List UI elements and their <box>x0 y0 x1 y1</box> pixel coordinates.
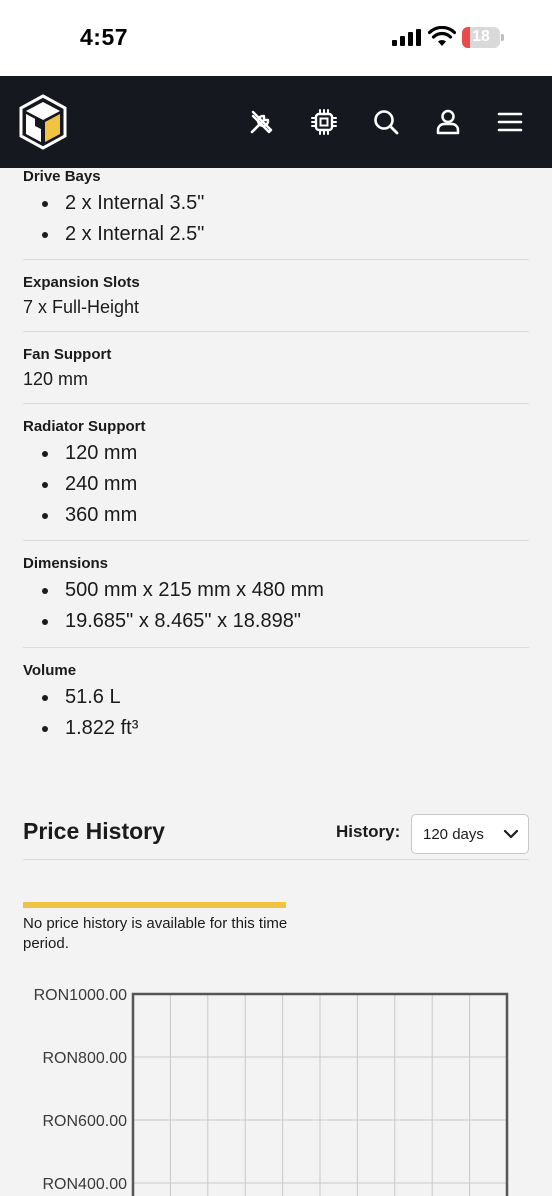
spec-values: 51.6 L 1.822 ft³ <box>23 682 529 744</box>
y-tick-label: RON600.00 <box>43 1113 128 1130</box>
spec-label: Fan Support <box>23 346 112 363</box>
battery-level: 18 <box>472 28 490 45</box>
spec-drive-bays: Drive Bays 2 x Internal 3.5" 2 x Interna… <box>23 168 529 260</box>
list-item: 240 mm <box>23 469 529 500</box>
spec-dimensions: Dimensions 500 mm x 215 mm x 480 mm 19.6… <box>23 541 529 648</box>
list-item: 120 mm <box>23 438 529 469</box>
user-icon[interactable] <box>433 107 463 137</box>
notice-accent-bar <box>23 902 286 908</box>
spec-value: 120 mm <box>23 369 89 389</box>
list-item: 2 x Internal 2.5" <box>23 219 529 250</box>
y-tick-label: RON800.00 <box>43 1050 128 1067</box>
logo-cube-icon[interactable] <box>18 94 68 150</box>
battery-icon: 18 <box>462 27 504 48</box>
no-history-notice: No price history is available for this t… <box>23 915 288 952</box>
cpu-chip-icon[interactable] <box>309 107 339 137</box>
chevron-down-icon <box>503 829 519 839</box>
search-icon[interactable] <box>371 107 401 137</box>
status-time: 4:57 <box>80 24 129 50</box>
y-tick-label: RON1000.00 <box>34 987 127 1004</box>
spec-label: Expansion Slots <box>23 274 140 291</box>
y-tick-label: RON400.00 <box>43 1176 128 1193</box>
spec-volume: Volume 51.6 L 1.822 ft³ <box>23 648 529 758</box>
signal-icon <box>392 29 422 46</box>
history-range-value: 120 days <box>423 826 484 843</box>
spec-label: Drive Bays <box>23 168 101 185</box>
spec-expansion-slots: Expansion Slots 7 x Full-Height <box>23 260 529 332</box>
history-label: History: <box>336 822 401 841</box>
list-item: 2 x Internal 3.5" <box>23 188 529 219</box>
history-range-select[interactable]: 120 days <box>411 814 529 854</box>
spec-label: Radiator Support <box>23 418 146 435</box>
spec-label: Volume <box>23 662 77 679</box>
spec-values: 120 mm 240 mm 360 mm <box>23 438 529 531</box>
spec-values: 500 mm x 215 mm x 480 mm 19.685" x 8.465… <box>23 575 529 637</box>
price-history-chart: RON1000.00 RON800.00 RON600.00 RON400.00 <box>34 987 509 1196</box>
spec-values: 2 x Internal 3.5" 2 x Internal 2.5" <box>23 188 529 250</box>
list-item: 51.6 L <box>23 682 529 713</box>
status-bar: 4:57 18 <box>0 0 552 76</box>
spec-fan-support: Fan Support 120 mm <box>23 332 529 404</box>
menu-icon[interactable] <box>495 107 525 137</box>
list-item: 500 mm x 215 mm x 480 mm <box>23 575 529 606</box>
list-item: 1.822 ft³ <box>23 713 529 744</box>
list-item: 360 mm <box>23 500 529 531</box>
tools-icon[interactable] <box>247 107 277 137</box>
spec-radiator-support: Radiator Support 120 mm 240 mm 360 mm <box>23 404 529 541</box>
list-item: 19.685" x 8.465" x 18.898" <box>23 606 529 637</box>
wifi-icon <box>428 26 456 46</box>
price-history-header: Price History History: 120 days <box>23 812 529 860</box>
spec-label: Dimensions <box>23 555 109 572</box>
price-history-title: Price History <box>23 818 165 844</box>
spec-value: 7 x Full-Height <box>23 297 140 317</box>
top-nav-bar <box>0 76 552 168</box>
